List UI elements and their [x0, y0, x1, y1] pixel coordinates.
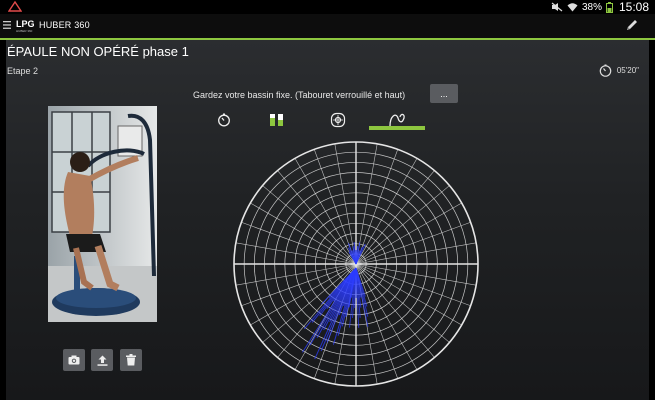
- stopwatch-icon: [599, 64, 612, 77]
- left-edge: [0, 40, 6, 400]
- mute-icon: [551, 2, 563, 12]
- battery-icon: [605, 1, 613, 13]
- trash-icon: [126, 354, 136, 366]
- app-bar: LPG HUBER 360 HUBER 360: [0, 14, 655, 40]
- exercise-title: ÉPAULE NON OPÉRÉ phase 1: [7, 44, 189, 59]
- svg-text:HUBER 360: HUBER 360: [16, 29, 33, 33]
- clock: 15:08: [618, 0, 649, 14]
- more-button[interactable]: ...: [430, 84, 458, 103]
- upload-button[interactable]: [91, 349, 113, 371]
- target-icon: [330, 112, 346, 128]
- instruction-text: Gardez votre bassin fixe. (Tabouret verr…: [193, 90, 406, 100]
- battery-percent: 38%: [581, 1, 602, 13]
- tab-bars[interactable]: [257, 110, 297, 130]
- camera-icon: [68, 355, 80, 365]
- step-label: Etape 2: [7, 66, 39, 76]
- active-tab-indicator: [369, 126, 425, 130]
- app-title: HUBER 360: [39, 20, 90, 30]
- delete-button[interactable]: [120, 349, 142, 371]
- menu-icon[interactable]: [3, 21, 11, 29]
- tab-target[interactable]: [318, 110, 358, 130]
- lpg-logo: LPG HUBER 360: [16, 19, 35, 33]
- exercise-photo: [48, 106, 157, 322]
- main-panel: ÉPAULE NON OPÉRÉ phase 1 Etape 2 05'20" …: [0, 40, 655, 400]
- timer-value: 05'20": [616, 66, 639, 75]
- tab-timer[interactable]: [204, 110, 244, 130]
- bars-icon: [270, 114, 283, 126]
- upload-icon: [97, 355, 107, 366]
- notification-icon: [8, 1, 22, 12]
- exercise-timer: 05'20": [599, 64, 639, 77]
- wifi-icon: [567, 3, 578, 12]
- trajectory-polar-chart: [233, 141, 479, 387]
- edit-icon[interactable]: [625, 18, 639, 32]
- right-edge: [649, 40, 655, 400]
- timer-icon: [218, 113, 230, 127]
- status-bar: 38% 15:08: [0, 0, 655, 14]
- camera-button[interactable]: [63, 349, 85, 371]
- svg-text:LPG: LPG: [16, 19, 35, 29]
